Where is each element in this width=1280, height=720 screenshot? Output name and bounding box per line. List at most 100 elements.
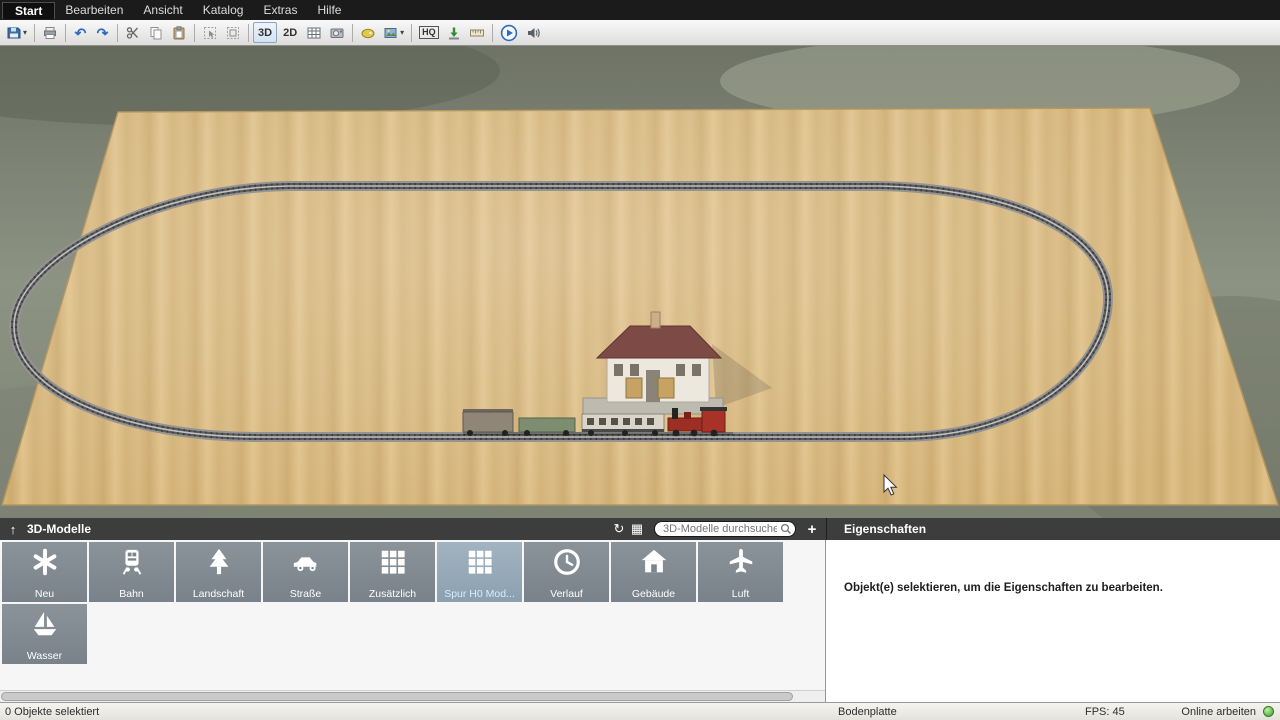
view-3d-label: 3D — [258, 26, 273, 39]
cut-button[interactable] — [122, 22, 144, 43]
select-tool-button[interactable] — [199, 22, 221, 43]
models-panel-title: 3D-Modelle — [27, 522, 92, 536]
category-tile-zusaetzlich[interactable]: Zusätzlich — [350, 542, 435, 602]
paste-button[interactable] — [168, 22, 190, 43]
menu-extras[interactable]: Extras — [253, 1, 307, 19]
ruler-button[interactable] — [466, 22, 488, 43]
category-label: Verlauf — [550, 588, 583, 600]
add-model-button[interactable]: + — [802, 520, 822, 538]
menu-hilfe[interactable]: Hilfe — [307, 1, 351, 19]
floppy-icon — [7, 27, 21, 38]
category-tile-landschaft[interactable]: Landschaft — [176, 542, 261, 602]
scissors-icon — [126, 26, 139, 39]
printer-icon — [44, 26, 57, 39]
grid-view-button[interactable] — [303, 22, 325, 43]
menu-bar: Start Bearbeiten Ansicht Katalog Extras … — [0, 0, 1280, 20]
grid-icon — [381, 550, 405, 574]
tile-view-button[interactable]: ▦ — [628, 520, 646, 538]
category-tile-strasse[interactable]: Straße — [263, 542, 348, 602]
menu-start[interactable]: Start — [2, 1, 56, 19]
collapse-panel-button[interactable]: ↑ — [4, 520, 22, 538]
paint-palette-icon — [361, 28, 375, 38]
category-label: Gebäude — [631, 588, 676, 600]
view-2d-button[interactable]: 2D — [278, 22, 302, 43]
play-button[interactable] — [497, 22, 521, 43]
category-tiles: Neu Bahn Landschaft Straße Zusätzlich Sp… — [0, 540, 825, 690]
chevron-down-icon: ▾ — [400, 28, 405, 37]
print-button[interactable] — [39, 22, 61, 43]
multi-selection-frame-icon — [227, 26, 240, 39]
copy-button[interactable] — [145, 22, 167, 43]
sound-button[interactable] — [522, 22, 544, 43]
view-2d-label: 2D — [283, 26, 298, 39]
3d-viewport[interactable] — [0, 46, 1280, 518]
train-icon — [122, 549, 141, 575]
models-panel: Neu Bahn Landschaft Straße Zusätzlich Sp… — [0, 540, 826, 702]
horizontal-scrollbar[interactable] — [0, 690, 825, 702]
view-3d-button[interactable]: 3D — [253, 22, 278, 43]
baseboard[interactable] — [0, 107, 1280, 506]
hq-button[interactable]: HQ — [416, 22, 442, 43]
category-label: Neu — [34, 588, 55, 600]
category-tile-luft[interactable]: Luft — [698, 542, 783, 602]
projector-icon — [330, 28, 344, 38]
ruler-icon — [469, 29, 484, 36]
category-label: Landschaft — [192, 588, 245, 600]
redo-icon: ↷ — [96, 24, 109, 41]
download-button[interactable] — [443, 22, 465, 43]
category-tile-verlauf[interactable]: Verlauf — [524, 542, 609, 602]
redo-button[interactable]: ↷ — [92, 22, 113, 43]
search-icon — [780, 523, 792, 535]
house-icon — [641, 549, 666, 573]
selection-status: 0 Objekte selektiert — [5, 705, 100, 718]
menu-bearbeiten[interactable]: Bearbeiten — [55, 1, 133, 19]
toolbar-separator — [65, 23, 67, 42]
car-icon — [293, 557, 316, 572]
multi-select-button[interactable] — [222, 22, 244, 43]
refresh-button[interactable]: ↻ — [610, 520, 628, 538]
category-tile-spur-h0[interactable]: Spur H0 Mod... — [437, 542, 522, 602]
grid-view-icon: ▦ — [630, 521, 644, 536]
category-tile-gebaeude[interactable]: Gebäude — [611, 542, 696, 602]
category-label: Straße — [289, 588, 322, 600]
texture-dropdown-button[interactable]: ▾ — [380, 22, 407, 43]
scene-canvas — [0, 46, 1280, 518]
online-mode-label[interactable]: Online arbeiten — [1181, 706, 1256, 718]
toolbar-separator — [194, 23, 196, 42]
save-button[interactable]: ▾ — [3, 22, 30, 43]
toolbar-separator — [117, 23, 119, 42]
search-box — [654, 521, 796, 537]
status-bar: 0 Objekte selektiert Bodenplatte FPS: 45… — [0, 702, 1280, 720]
panel-header-bar: ↑ 3D-Modelle ↻ ▦ + Eigenschaften — [0, 518, 1280, 540]
clock-icon — [553, 549, 580, 575]
fps-counter: FPS: 45 — [1085, 705, 1125, 718]
toolbar-separator — [491, 23, 493, 42]
asterisk-icon — [33, 548, 56, 576]
texture-image-icon — [384, 27, 397, 38]
category-label: Spur H0 Mod... — [444, 588, 515, 600]
category-tile-wasser[interactable]: Wasser — [2, 604, 87, 664]
undo-button[interactable]: ↶ — [70, 22, 91, 43]
paint-button[interactable] — [357, 22, 379, 43]
category-label: Bahn — [119, 588, 144, 600]
camera-view-button[interactable] — [326, 22, 348, 43]
download-icon — [448, 27, 459, 39]
arrow-up-icon: ↑ — [9, 521, 17, 537]
table-grid-icon — [307, 27, 321, 38]
models-panel-header: ↑ 3D-Modelle ↻ ▦ + — [0, 518, 826, 540]
category-tile-bahn[interactable]: Bahn — [89, 542, 174, 602]
category-label: Wasser — [26, 650, 63, 662]
hovered-object-label: Bodenplatte — [838, 705, 897, 718]
main-toolbar: ▾ ↶ ↷ 3D 2D ▾ HQ — [0, 20, 1280, 46]
selection-frame-icon — [204, 26, 217, 39]
chevron-down-icon: ▾ — [23, 28, 28, 37]
category-tile-neu[interactable]: Neu — [2, 542, 87, 602]
search-input[interactable] — [654, 521, 796, 537]
menu-katalog[interactable]: Katalog — [193, 1, 254, 19]
menu-ansicht[interactable]: Ansicht — [133, 1, 192, 19]
toolbar-separator — [248, 23, 250, 42]
scrollbar-thumb[interactable] — [1, 692, 793, 701]
bottom-panels: Neu Bahn Landschaft Straße Zusätzlich Sp… — [0, 540, 1280, 702]
properties-panel-title: Eigenschaften — [844, 522, 927, 536]
category-label: Luft — [731, 588, 750, 600]
